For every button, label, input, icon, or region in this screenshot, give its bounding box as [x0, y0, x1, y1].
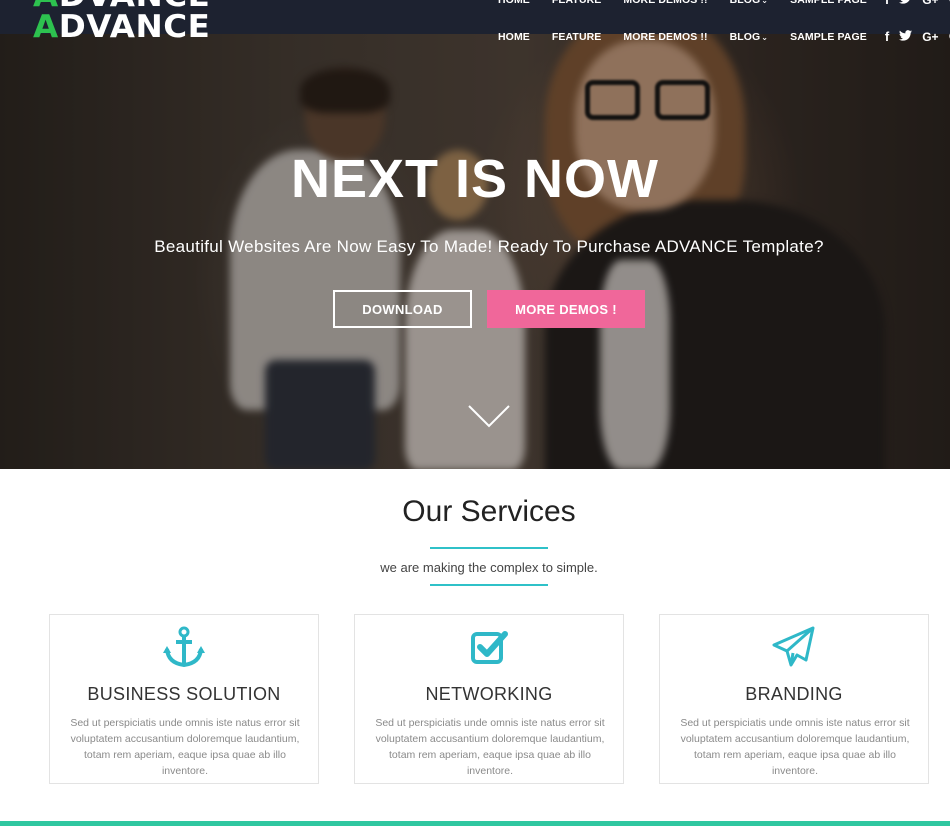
chevron-down-icon: ⌄ [761, 32, 769, 42]
service-card-branding: BRANDING Sed ut perspiciatis unde omnis … [659, 614, 929, 784]
section-divider [0, 821, 950, 826]
nav-item-feature[interactable]: FEATURE [552, 31, 602, 43]
divider [430, 547, 548, 549]
google-plus-icon[interactable]: G+ [922, 30, 938, 44]
nav-item-label: BLOG [729, 30, 761, 43]
service-card-networking: NETWORKING Sed ut perspiciatis unde omni… [354, 614, 624, 784]
service-card-title: NETWORKING [425, 684, 553, 704]
nav-item-sample-page[interactable]: SAMPLE PAGE [790, 31, 867, 43]
nav-item-home[interactable]: HOME [498, 31, 530, 43]
logo-text: DVANCE [58, 9, 211, 45]
main-menu: HOME FEATURE MORE DEMOS !! BLOG⌄ SAMPLE … [498, 29, 950, 44]
check-square-icon [355, 625, 623, 669]
service-card-text: Sed ut perspiciatis unde omnis iste natu… [70, 717, 300, 777]
header: ADVANCE HOME FEATURE MORE DEMOS !! BLOG⌄… [0, 0, 950, 45]
nav-item-blog[interactable]: BLOG⌄ [730, 31, 769, 43]
anchor-icon [50, 625, 318, 669]
logo-letter: A [33, 9, 59, 45]
logo[interactable]: ADVANCE [33, 9, 210, 45]
chevron-down-icon[interactable] [467, 404, 511, 433]
facebook-icon[interactable]: f [885, 29, 889, 44]
download-button[interactable]: DOWNLOAD [333, 290, 472, 328]
nav-item-more-demos[interactable]: MORE DEMOS !! [623, 31, 707, 43]
more-demos-button[interactable]: MORE DEMOS ! [487, 290, 645, 328]
service-card-text: Sed ut perspiciatis unde omnis iste natu… [375, 717, 605, 777]
service-card-title: BRANDING [745, 684, 843, 704]
hero-subtitle: Beautiful Websites Are Now Easy To Made!… [154, 237, 824, 256]
hero-title: NEXT IS NOW [290, 149, 659, 209]
social-links: f G+ [885, 29, 950, 44]
service-card-text: Sed ut perspiciatis unde omnis iste natu… [680, 717, 910, 777]
divider [430, 584, 548, 586]
services-title: Our Services [402, 495, 576, 528]
services-subtitle: we are making the complex to simple. [380, 560, 598, 575]
service-card-business-solution: BUSINESS SOLUTION Sed ut perspiciatis un… [49, 614, 319, 784]
hero-section: NEXT IS NOW Beautiful Websites Are Now E… [0, 0, 950, 469]
twitter-icon[interactable] [899, 29, 913, 44]
hero-overlay [0, 0, 950, 469]
paper-plane-icon [660, 625, 928, 669]
service-card-title: BUSINESS SOLUTION [87, 684, 281, 704]
